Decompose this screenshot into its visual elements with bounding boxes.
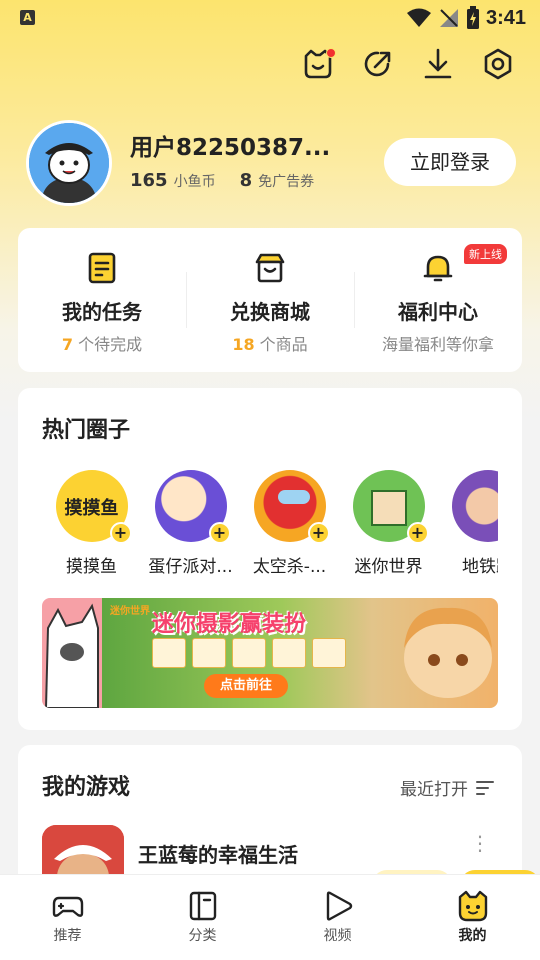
coin-count[interactable]: 165 (130, 170, 168, 191)
tab-label: 我的 (458, 928, 487, 944)
character-illustration (404, 607, 492, 698)
promo-banner[interactable]: 迷你世界 迷你摄影赢装扮 点击前往 (42, 598, 498, 708)
more-options-icon[interactable]: ⋮ (470, 831, 490, 855)
new-badge: 新上线 (464, 244, 507, 264)
my-tasks-entry[interactable]: 我的任务 7 个待完成 (18, 228, 186, 372)
section-title: 热门圈子 (42, 418, 131, 443)
gamepad-icon (51, 889, 85, 923)
no-signal-icon (439, 9, 458, 27)
circle-item[interactable]: 地铁跑 (438, 470, 498, 577)
sort-recent-button[interactable]: 最近打开 (400, 775, 494, 800)
circle-name: 摸摸鱼 (66, 557, 117, 577)
tab-label: 视频 (323, 928, 352, 944)
circle-avatar (451, 470, 498, 542)
app-notification-icon: A (20, 10, 35, 25)
quick-action-title: 福利中心 (398, 300, 478, 324)
section-title: 我的游戏 (42, 775, 131, 800)
circle-item[interactable]: + 太空杀-... (240, 470, 339, 577)
join-plus-button[interactable]: + (307, 522, 330, 544)
download-icon[interactable] (420, 46, 456, 82)
profile-header: 用户82250387... 165 小鱼币 8 免广告券 立即登录 (26, 120, 516, 206)
share-icon[interactable] (360, 46, 396, 82)
quick-actions-card: 我的任务 7 个待完成 兑换商城 18 个商品 新上线 福利中心 海量福利等你拿 (18, 228, 522, 372)
welfare-center-entry[interactable]: 新上线 福利中心 海量福利等你拿 (354, 228, 522, 372)
top-actions (300, 46, 516, 82)
circle-avatar: 摸摸鱼 + (55, 470, 132, 544)
coupon-unit: 免广告券 (258, 174, 315, 190)
circle-item[interactable]: + 迷你世界 (339, 470, 438, 577)
quick-action-title: 我的任务 (62, 300, 142, 324)
coin-unit: 小鱼币 (173, 174, 216, 190)
circle-name: 太空杀-... (252, 557, 327, 577)
circle-avatar: + (253, 470, 330, 544)
quick-action-title: 兑换商城 (230, 300, 310, 324)
circle-name: 蛋仔派对... (148, 557, 233, 577)
banner-prize-row (152, 638, 346, 668)
task-icon (84, 250, 120, 286)
banner-go-button[interactable]: 点击前往 (204, 674, 288, 698)
banner-logo: 迷你世界 (110, 606, 150, 617)
video-icon (321, 889, 355, 923)
cat-face-icon (456, 889, 490, 923)
shop-icon (252, 250, 288, 286)
tab-mine[interactable]: 我的 (405, 875, 540, 960)
tab-label: 推荐 (53, 928, 82, 944)
join-plus-button[interactable]: + (109, 522, 132, 544)
pet-icon[interactable] (300, 46, 336, 82)
quick-action-sub: 海量福利等你拿 (381, 335, 494, 354)
cat-illustration (44, 603, 99, 708)
circle-avatar: + (154, 470, 231, 544)
sort-icon (476, 780, 494, 795)
sort-label: 最近打开 (400, 780, 468, 800)
circle-item[interactable]: + 蛋仔派对... (141, 470, 240, 577)
exchange-shop-entry[interactable]: 兑换商城 18 个商品 (186, 228, 354, 372)
hot-circles-card: 热门圈子 摸摸鱼 + 摸摸鱼 + 蛋仔派对... + 太空杀-... + 迷你世… (18, 388, 522, 730)
tab-video[interactable]: 视频 (270, 875, 405, 960)
wallet-stats: 165 小鱼币 8 免广告券 (130, 170, 332, 191)
join-plus-button[interactable]: + (208, 522, 231, 544)
tab-recommend[interactable]: 推荐 (0, 875, 135, 960)
tab-category[interactable]: 分类 (135, 875, 270, 960)
tab-label: 分类 (188, 928, 217, 944)
status-icons: 3:41 (406, 6, 526, 30)
circle-list[interactable]: 摸摸鱼 + 摸摸鱼 + 蛋仔派对... + 太空杀-... + 迷你世界 地铁 (42, 470, 498, 577)
bell-icon (420, 250, 456, 286)
notification-dot (326, 48, 336, 58)
circle-name: 地铁跑 (462, 557, 498, 577)
coupon-count[interactable]: 8 (240, 170, 253, 191)
circle-name: 迷你世界 (354, 557, 423, 577)
join-plus-button[interactable]: + (406, 522, 429, 544)
bottom-tab-bar: 推荐 分类 视频 我的 (0, 874, 540, 960)
circle-item[interactable]: 摸摸鱼 + 摸摸鱼 (42, 470, 141, 577)
quick-action-sub: 18 个商品 (232, 335, 308, 354)
game-name: 王蓝莓的幸福生活 (138, 843, 298, 867)
circle-logo-text: 摸摸鱼 (64, 498, 119, 519)
circle-avatar: + (352, 470, 429, 544)
settings-icon[interactable] (480, 46, 516, 82)
wifi-icon (406, 8, 431, 27)
status-bar: A 3:41 (0, 0, 540, 36)
category-icon (186, 889, 220, 923)
avatar[interactable] (26, 120, 112, 206)
username: 用户82250387... (130, 135, 331, 161)
login-button[interactable]: 立即登录 (384, 138, 516, 186)
quick-action-sub: 7 个待完成 (61, 335, 143, 354)
clock: 3:41 (485, 6, 526, 29)
banner-title: 迷你摄影赢装扮 (152, 612, 307, 637)
battery-icon (466, 6, 479, 29)
